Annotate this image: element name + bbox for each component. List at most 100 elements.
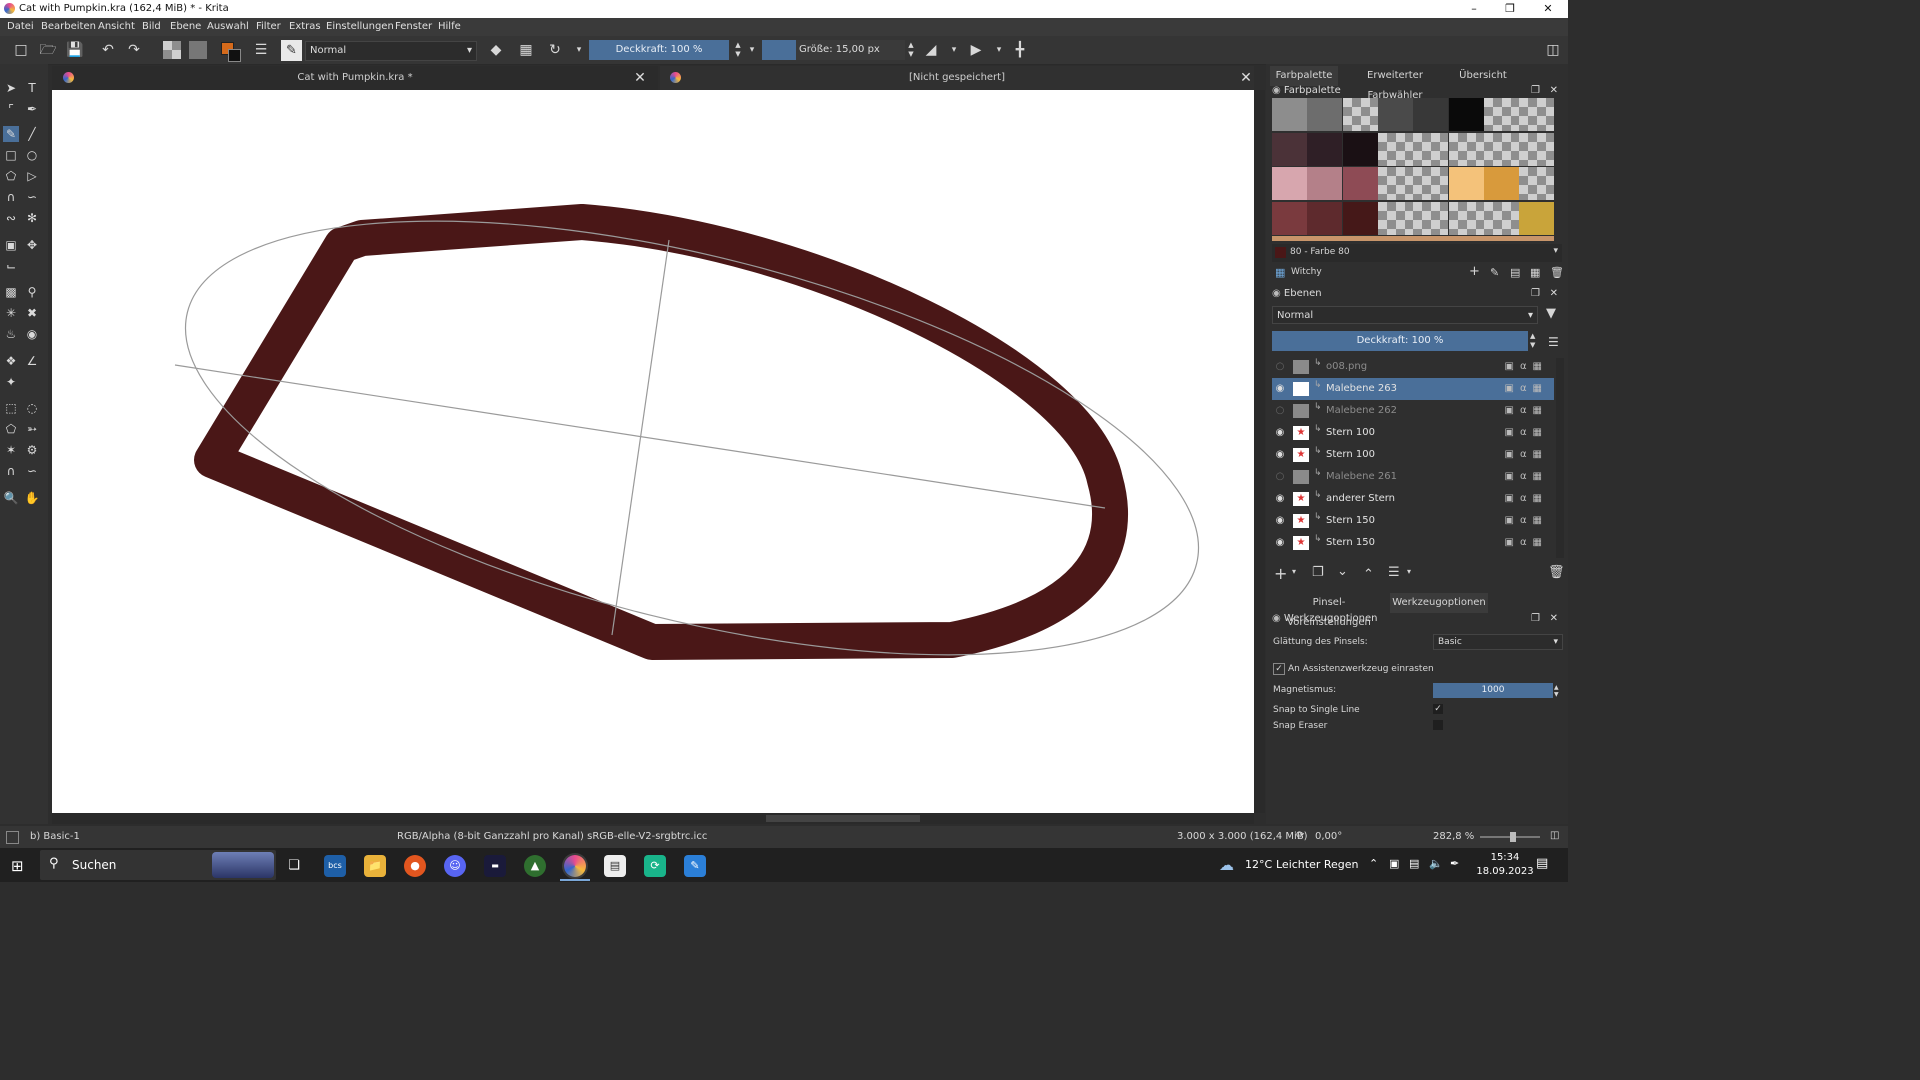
chevron-down-icon[interactable]: ▾ <box>570 41 588 59</box>
hidden-eye-icon[interactable]: ○ <box>1274 361 1286 373</box>
palette-swatch[interactable] <box>1413 132 1449 166</box>
status-zoom[interactable]: 282,8 % <box>1433 831 1474 842</box>
palette-swatch[interactable] <box>1272 201 1307 235</box>
palette-grid-view-icon[interactable]: ▦ <box>1530 266 1540 279</box>
save-icon[interactable]: 💾 <box>66 41 84 59</box>
palette-swatch[interactable] <box>1519 132 1555 166</box>
taskbar-search-box[interactable]: ⚲ Suchen <box>40 850 276 880</box>
background-color-swatch[interactable] <box>228 49 241 62</box>
palette-swatch[interactable] <box>1307 167 1343 200</box>
fill-tool-icon[interactable]: ♨ <box>3 326 19 342</box>
scroll-thumb[interactable] <box>766 815 920 822</box>
close-tab-icon[interactable]: ✕ <box>1236 66 1256 90</box>
delete-palette-icon[interactable]: 🗑 <box>1550 266 1564 279</box>
layer-lock-alpha-icons[interactable]: ▣α▦ <box>1505 378 1549 400</box>
bezier-tool-icon[interactable]: ∩ <box>3 189 19 205</box>
menu-auswahl[interactable]: Auswahl <box>207 21 249 32</box>
notepad-icon[interactable]: ▤ <box>604 855 626 877</box>
freehand-path-tool-icon[interactable]: ∽ <box>24 189 40 205</box>
krita-taskbar-icon[interactable] <box>564 855 586 877</box>
palette-swatch[interactable] <box>1342 132 1378 166</box>
close-tab-icon[interactable]: ✕ <box>630 66 650 90</box>
network-icon[interactable]: ▤ <box>1409 857 1419 870</box>
freehand-select-tool-icon[interactable]: ➳ <box>24 421 40 437</box>
tab-cat-with-pumpkin[interactable]: Cat with Pumpkin.kra * <box>52 66 658 90</box>
snap-eraser-checkbox[interactable] <box>1433 720 1443 730</box>
app-blue-icon[interactable]: ✎ <box>684 855 706 877</box>
file-explorer-icon[interactable]: 📁 <box>364 855 386 877</box>
crop-tool-icon[interactable]: ⌙ <box>3 258 19 274</box>
palette-swatch[interactable] <box>1342 98 1378 131</box>
palette-swatch[interactable] <box>1413 167 1449 200</box>
task-view-icon[interactable]: ❏ <box>283 855 305 877</box>
smoothing-select[interactable]: Basic ▾ <box>1433 634 1563 650</box>
palette-swatch[interactable] <box>1377 132 1413 166</box>
palette-swatch[interactable] <box>1413 201 1449 235</box>
palette-swatch[interactable] <box>1377 201 1413 235</box>
notifications-icon[interactable]: ▤ <box>1536 856 1548 871</box>
menu-bild[interactable]: Bild <box>142 21 161 32</box>
line-tool-icon[interactable]: ╱ <box>24 126 40 142</box>
brush-settings-icon[interactable]: ☰ <box>252 41 270 59</box>
maximize-button[interactable]: ❐ <box>1493 0 1527 18</box>
similar-select-tool-icon[interactable]: ⚙ <box>24 442 40 458</box>
layer-lock-alpha-icons[interactable]: ▣α▦ <box>1505 510 1549 532</box>
visibility-eye-icon[interactable]: ◉ <box>1274 493 1286 505</box>
weather-description[interactable]: Leichter Regen <box>1276 858 1359 871</box>
pattern-swatch[interactable] <box>189 41 207 59</box>
contiguous-select-tool-icon[interactable]: ✶ <box>3 442 19 458</box>
selection-display-icon[interactable] <box>6 831 19 844</box>
enclose-fill-tool-icon[interactable]: ◉ <box>24 326 40 342</box>
assistant-tool-icon[interactable]: ❖ <box>3 353 19 369</box>
minimize-button[interactable]: – <box>1457 0 1491 18</box>
layer-opacity-stepper[interactable]: ▲ ▼ <box>1530 332 1535 350</box>
palette-swatch[interactable] <box>1483 201 1519 235</box>
text-tool-icon[interactable]: T <box>24 80 40 96</box>
menu-fenster[interactable]: Fenster <box>395 21 432 32</box>
mirror-horizontal-icon[interactable]: ◢ <box>922 41 940 59</box>
discord-icon[interactable]: ☺ <box>444 855 466 877</box>
fit-view-icon[interactable]: ◫ <box>1550 830 1559 841</box>
select-shapes-tool-icon[interactable]: ➤ <box>3 80 19 96</box>
magnetism-stepper[interactable]: ▲ ▼ <box>1554 684 1559 698</box>
rotate-icon[interactable]: ⟳ <box>1296 830 1304 841</box>
size-slider-fill[interactable] <box>762 40 796 60</box>
palette-swatch[interactable] <box>1307 201 1343 235</box>
undo-icon[interactable]: ↶ <box>99 41 117 59</box>
hidden-eye-icon[interactable]: ○ <box>1274 471 1286 483</box>
close-icon[interactable]: ✕ <box>1550 286 1558 302</box>
layer-lock-alpha-icons[interactable]: ▣α▦ <box>1505 422 1549 444</box>
freehand-brush-tool-icon[interactable]: ✎ <box>3 126 19 142</box>
palette-swatch[interactable] <box>1448 167 1484 200</box>
zoom-tool-icon[interactable]: 🔍 <box>3 490 19 506</box>
chevron-down-icon[interactable]: ▾ <box>945 41 963 59</box>
ellipse-tool-icon[interactable]: ○ <box>24 147 40 163</box>
volume-icon[interactable]: 🔈 <box>1429 857 1443 870</box>
menu-bearbeiten[interactable]: Bearbeiten <box>41 21 96 32</box>
drawing-canvas[interactable] <box>52 90 1254 813</box>
measure-tool-icon[interactable]: ∠ <box>24 353 40 369</box>
palette-swatch[interactable] <box>1377 98 1413 131</box>
delete-layer-icon[interactable]: 🗑 <box>1548 565 1565 580</box>
layer-opacity-slider[interactable]: Deckkraft: 100 % <box>1272 331 1528 351</box>
redo-icon[interactable]: ↷ <box>125 41 143 59</box>
layer-menu-icon[interactable]: ☰ <box>1548 335 1559 349</box>
layer-row[interactable]: ◉ ★ ↳ Stern 150 ▣α▦ <box>1272 532 1554 554</box>
layer-lock-alpha-icons[interactable]: ▣α▦ <box>1505 488 1549 510</box>
polyline-tool-icon[interactable]: ▷ <box>24 168 40 184</box>
hidden-eye-icon[interactable]: ○ <box>1274 405 1286 417</box>
magnetic-select-tool-icon[interactable]: ∽ <box>24 463 40 479</box>
layer-lock-alpha-icons[interactable]: ▣α▦ <box>1505 356 1549 378</box>
palette-swatch[interactable] <box>1519 167 1555 200</box>
palette-swatch[interactable] <box>1448 98 1484 131</box>
workspace-chooser-icon[interactable]: ◫ <box>1544 41 1562 59</box>
app-bcs-icon[interactable]: bcs <box>324 855 346 877</box>
gradient-swatch[interactable] <box>163 41 181 59</box>
blend-mode-select[interactable]: Normal ▾ <box>305 41 477 61</box>
size-slider[interactable]: Größe: 15,00 px <box>796 40 905 60</box>
chevron-down-icon[interactable]: ▾ <box>1407 567 1411 576</box>
vertical-scrollbar[interactable] <box>1254 90 1265 813</box>
visibility-eye-icon[interactable]: ◉ <box>1274 427 1286 439</box>
color-picker-tool-icon[interactable]: ⚲ <box>24 284 40 300</box>
rect-select-tool-icon[interactable]: ⬚ <box>3 400 19 416</box>
